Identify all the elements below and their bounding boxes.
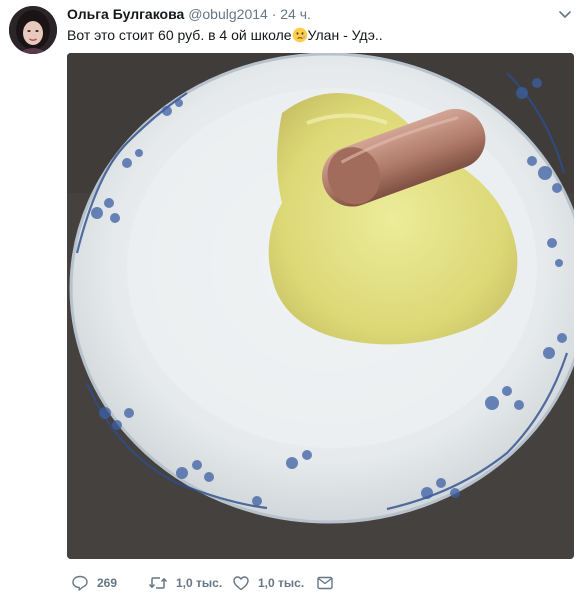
face-with-tear-emoji [292, 27, 308, 47]
heart-icon [232, 574, 250, 592]
reply-button[interactable]: 269 [71, 574, 148, 592]
tweet-header: Ольга Булгакова @obulg2014 · 24 ч. [67, 5, 311, 23]
author-handle[interactable]: @obulg2014 [188, 6, 268, 22]
reply-count: 269 [97, 576, 118, 590]
like-count: 1,0 тыс. [258, 576, 305, 590]
tweet-actions: 269 1,0 тыс. 1,0 тыс. [71, 573, 334, 593]
header-separator: · [271, 6, 277, 22]
tweet-text: Вот это стоит 60 руб. в 4 ой школе Улан … [67, 26, 383, 47]
tweet-text-part-2: Улан - Удэ.. [307, 27, 383, 43]
message-button[interactable] [316, 574, 334, 592]
like-button[interactable]: 1,0 тыс. [232, 574, 316, 592]
tweet-photo[interactable] [67, 53, 574, 559]
tweet-text-part-1: Вот это стоит 60 руб. в 4 ой школе [67, 27, 292, 43]
envelope-icon [316, 574, 334, 592]
retweet-arrows-icon [148, 574, 168, 592]
retweet-button[interactable]: 1,0 тыс. [148, 574, 232, 592]
tweet-timestamp[interactable]: 24 ч. [280, 6, 311, 22]
chevron-down-icon[interactable] [557, 6, 573, 22]
speech-bubble-icon [71, 574, 89, 592]
retweet-count: 1,0 тыс. [176, 576, 223, 590]
author-name[interactable]: Ольга Булгакова [67, 6, 184, 22]
avatar[interactable] [9, 6, 57, 54]
